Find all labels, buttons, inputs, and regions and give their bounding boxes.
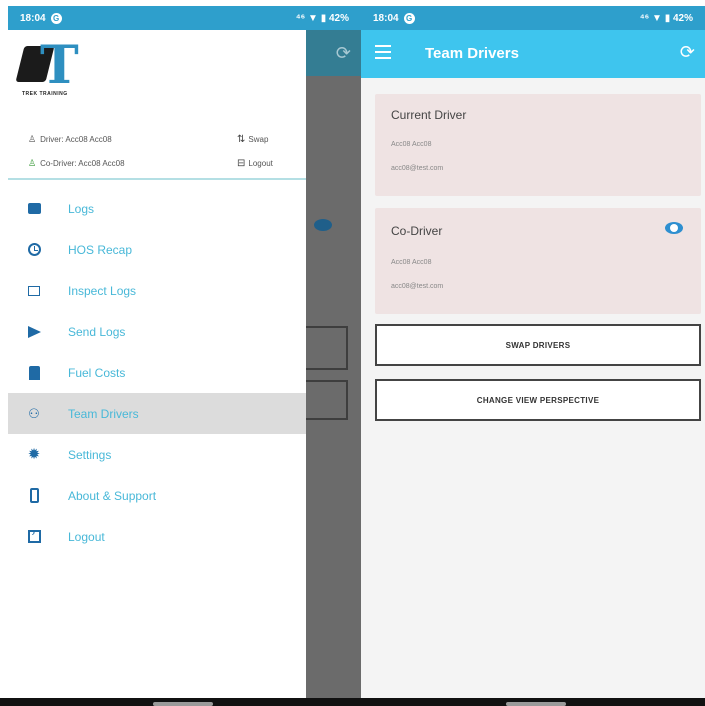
exit-icon	[26, 527, 42, 545]
change-view-perspective-button[interactable]: CHANGE VIEW PERSPECTIVE	[375, 379, 701, 421]
header-divider	[8, 178, 306, 180]
people-icon: ⚇	[28, 405, 40, 421]
swap-label: Swap	[248, 135, 269, 144]
codriver-label: Co-Driver: Acc08 Acc08	[40, 159, 125, 168]
background-perspective-button	[306, 380, 348, 420]
notification-icon: G	[50, 12, 62, 24]
background-refresh-icon: ⟳	[335, 43, 351, 63]
fuel-icon	[26, 365, 42, 381]
logout-link[interactable]: ⊟ Logout	[237, 158, 273, 169]
codriver-row: ♙ Co-Driver: Acc08 Acc08	[28, 158, 125, 169]
menu-item-logout[interactable]: Logout	[8, 516, 306, 557]
gear-icon: ✹	[27, 446, 41, 463]
menu-item-send-logs[interactable]: Send Logs	[8, 311, 306, 352]
menu-item-logs[interactable]: Logs	[8, 188, 306, 229]
status-bar: 18:04 G ⁴⁶ ▼ ▮ 42%	[361, 6, 705, 30]
co-driver-email: acc08@test.com	[391, 283, 444, 290]
person-icon: ♙	[28, 158, 37, 168]
app-bar: Team Drivers ⟳	[361, 30, 705, 78]
navigation-drawer: T TREK TRAINING ♙ Driver: Acc08 Acc08 ♙ …	[8, 30, 306, 700]
status-time: 18:04	[20, 12, 46, 24]
screenshot-root: 18:04 G ⁴⁶ ▼ ▮ 42% ⟳ T TREK TRAINING ♙ D…	[0, 0, 705, 706]
swap-icon: ⇅	[237, 134, 246, 145]
background-eye-icon	[314, 219, 332, 231]
background-app-bar	[306, 30, 361, 76]
status-indicators: ⁴⁶ ▼ ▮ 42%	[639, 12, 693, 24]
menu-item-inspect-logs[interactable]: Inspect Logs	[8, 270, 306, 311]
logo-text: TREK TRAINING	[22, 91, 68, 97]
system-nav-bar	[0, 698, 705, 706]
left-home-pill[interactable]	[153, 702, 213, 706]
current-driver-email: acc08@test.com	[391, 165, 444, 172]
clock-icon	[26, 242, 42, 258]
menu-item-about-support[interactable]: About & Support	[8, 475, 306, 516]
menu-item-settings[interactable]: ✹ Settings	[8, 434, 306, 475]
menu-item-hos-recap[interactable]: HOS Recap	[8, 229, 306, 270]
co-driver-name: Acc08 Acc08	[391, 259, 432, 266]
logout-icon: ⊟	[237, 158, 246, 169]
phone-icon	[26, 488, 42, 504]
co-driver-heading: Co-Driver	[391, 224, 443, 238]
current-driver-name: Acc08 Acc08	[391, 141, 432, 148]
left-phone-screen: 18:04 G ⁴⁶ ▼ ▮ 42% ⟳ T TREK TRAINING ♙ D…	[8, 6, 361, 700]
app-logo: T TREK TRAINING	[15, 38, 110, 100]
co-driver-card: Co-Driver Acc08 Acc08 acc08@test.com	[375, 208, 701, 314]
notification-icon: G	[403, 12, 415, 24]
background-swap-button	[306, 326, 348, 370]
menu-item-fuel-costs[interactable]: Fuel Costs	[8, 352, 306, 393]
swap-link[interactable]: ⇅ Swap	[237, 134, 268, 145]
menu-item-team-drivers[interactable]: ⚇ Team Drivers	[8, 393, 306, 434]
send-icon	[26, 324, 42, 340]
hamburger-menu-icon[interactable]	[375, 45, 391, 59]
right-phone-screen: 18:04 G ⁴⁶ ▼ ▮ 42% Team Drivers ⟳ Curren…	[361, 6, 705, 700]
logs-icon	[26, 201, 42, 217]
swap-drivers-button[interactable]: SWAP DRIVERS	[375, 324, 701, 366]
status-bar: 18:04 G ⁴⁶ ▼ ▮ 42%	[8, 6, 361, 30]
drawer-menu: Logs HOS Recap Inspect Logs Send Logs Fu…	[8, 188, 306, 557]
current-driver-card: Current Driver Acc08 Acc08 acc08@test.co…	[375, 94, 701, 196]
status-indicators: ⁴⁶ ▼ ▮ 42%	[295, 12, 349, 24]
refresh-icon[interactable]: ⟳	[680, 42, 695, 63]
inspect-icon	[26, 283, 42, 299]
driver-row: ♙ Driver: Acc08 Acc08	[28, 134, 112, 145]
right-home-pill[interactable]	[506, 702, 566, 706]
status-time: 18:04	[373, 12, 399, 24]
current-driver-heading: Current Driver	[391, 108, 467, 122]
page-title: Team Drivers	[425, 45, 519, 62]
eye-icon[interactable]	[665, 222, 683, 234]
person-icon: ♙	[28, 134, 37, 144]
driver-label: Driver: Acc08 Acc08	[40, 135, 112, 144]
logout-label: Logout	[248, 159, 273, 168]
